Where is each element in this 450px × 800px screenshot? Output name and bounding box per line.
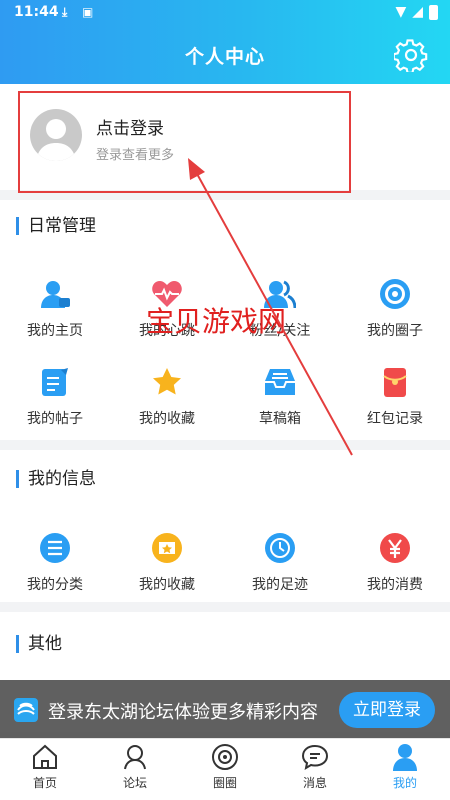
download-icon: ⤓ <box>62 5 68 19</box>
status-bar: 11:44 ⤓ ▣ ▼ ◢ <box>14 4 438 22</box>
tab-label: 论坛 <box>122 776 147 790</box>
clock-icon <box>265 533 295 563</box>
tab-forum[interactable]: 论坛 <box>100 742 170 791</box>
info-section-title: 我的信息 <box>16 470 96 488</box>
user-home-icon <box>41 281 70 308</box>
grid-item-my-footprint[interactable]: 我的足迹 <box>225 532 335 594</box>
list-icon <box>40 533 70 563</box>
star-icon <box>153 368 181 395</box>
highlight-box <box>18 91 351 193</box>
status-time: 11:44 <box>14 4 59 20</box>
favorites-icon <box>152 533 182 563</box>
notification-icon: ▣ <box>82 5 94 19</box>
forum-icon <box>124 745 146 770</box>
grid-item-my-favorites[interactable]: 我的收藏 <box>112 366 222 428</box>
grid-item-drafts[interactable]: 草稿箱 <box>225 366 335 428</box>
login-now-button[interactable]: 立即登录 <box>339 692 435 728</box>
circle-target-icon <box>380 279 410 309</box>
tab-label: 首页 <box>32 776 57 790</box>
grid-item-my-homepage[interactable]: 我的主页 <box>0 278 110 340</box>
circle-icon <box>212 744 238 770</box>
grid-item-label: 我的分类 <box>27 577 83 593</box>
grid-item-my-categories[interactable]: 我的分类 <box>0 532 110 594</box>
tab-label: 圈圈 <box>212 776 237 790</box>
yen-icon <box>380 533 410 563</box>
grid-item-label: 红包记录 <box>367 411 423 427</box>
tab-profile[interactable]: 我的 <box>370 742 440 791</box>
other-section-title: 其他 <box>16 635 62 653</box>
grid-item-label: 草稿箱 <box>259 411 301 427</box>
grid-item-label: 我的帖子 <box>27 411 83 427</box>
home-icon <box>33 744 57 769</box>
grid-item-label: 我的消费 <box>367 577 423 593</box>
tab-label: 消息 <box>302 776 327 790</box>
status-icons: ▼ ◢ <box>395 4 438 20</box>
tab-home[interactable]: 首页 <box>10 742 80 791</box>
grid-item-my-posts[interactable]: 我的帖子 <box>0 366 110 428</box>
grid-item-label: 我的收藏 <box>139 577 195 593</box>
grid-item-my-circle[interactable]: 我的圈子 <box>340 278 450 340</box>
wifi-icon: ▼ <box>395 4 407 20</box>
message-icon <box>301 744 329 771</box>
inbox-icon <box>265 369 295 395</box>
grid-item-label: 我的圈子 <box>367 323 423 339</box>
grid-item-red-envelope[interactable]: 红包记录 <box>340 366 450 428</box>
watermark-text: 宝贝游戏网 <box>146 305 287 338</box>
grid-item-label: 我的收藏 <box>139 411 195 427</box>
grid-item-label: 我的足迹 <box>252 577 308 593</box>
app-header: 11:44 ⤓ ▣ ▼ ◢ 个人中心 <box>0 0 450 84</box>
tab-label: 我的 <box>392 776 417 790</box>
signal-icon: ◢ <box>412 4 423 20</box>
tab-circle[interactable]: 圈圈 <box>190 742 260 791</box>
grid-item-label: 我的主页 <box>27 323 83 339</box>
battery-icon <box>429 4 438 20</box>
gear-icon[interactable] <box>394 38 428 72</box>
daily-section-title: 日常管理 <box>16 217 96 235</box>
tab-messages[interactable]: 消息 <box>280 742 350 791</box>
red-envelope-icon <box>383 368 407 397</box>
grid-item-my-spending[interactable]: 我的消费 <box>340 532 450 594</box>
post-edit-icon <box>42 368 68 396</box>
forum-logo-icon <box>14 698 38 722</box>
banner-text: 登录东太湖论坛体验更多精彩内容 <box>48 702 318 723</box>
page-title: 个人中心 <box>184 46 265 68</box>
grid-item-my-collection[interactable]: 我的收藏 <box>112 532 222 594</box>
profile-icon <box>393 744 417 771</box>
